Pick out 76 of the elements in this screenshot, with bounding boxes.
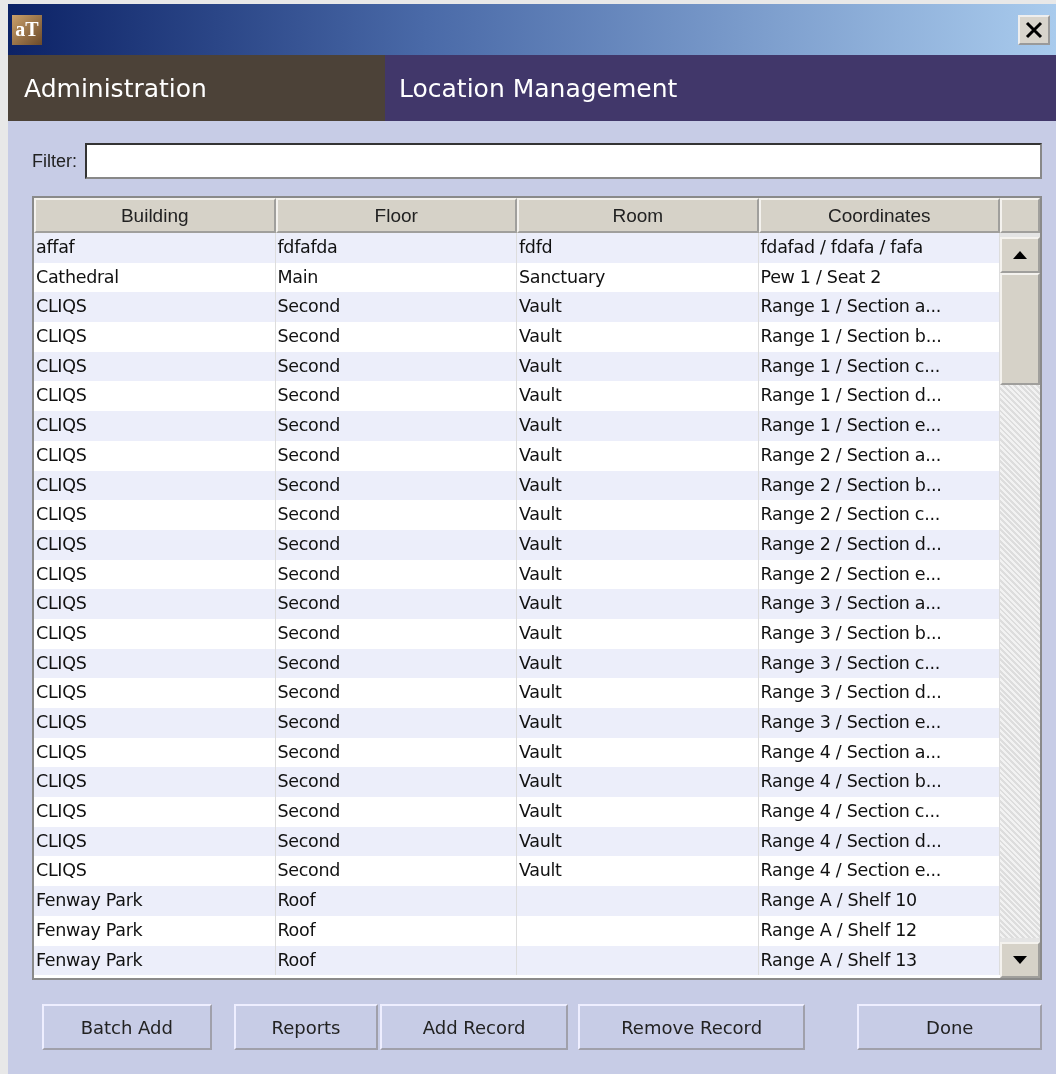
table-cell: Vault [517,351,759,382]
header-corner [1000,198,1040,233]
scroll-thumb[interactable] [1000,273,1040,385]
table-cell: Vault [517,529,759,560]
table-cell: Vault [517,411,759,441]
table-cell: CLIQS [34,411,276,441]
up-arrow-icon [1013,251,1027,259]
table-cell: CLIQS [34,797,276,827]
table-cell: CLIQS [34,589,276,619]
table-cell: Second [275,500,517,530]
section-title: Administration [8,55,385,121]
table-cell: Second [275,322,517,352]
action-button[interactable]: Add Record [380,1004,568,1050]
table-cell: Second [275,470,517,501]
table-cell: Second [275,708,517,738]
table-cell: Vault [517,767,759,798]
table-cell: CLIQS [34,292,276,323]
table-cell: Second [275,797,517,827]
table-cell: fdfafda [275,233,517,263]
table-cell: Second [275,767,517,798]
column-header[interactable]: Coordinates [758,198,1000,233]
table-cell: CLIQS [34,470,276,501]
table-cell: Vault [517,618,759,649]
table-cell: Vault [517,797,759,827]
scroll-down-button[interactable] [1000,942,1040,978]
table-cell: Roof [275,886,517,916]
table-cell: Second [275,440,517,471]
filter-field[interactable] [85,143,1042,179]
table-cell: CLIQS [34,708,276,738]
table-cell: CLIQS [34,618,276,649]
table-cell: Second [275,826,517,857]
table-cell: fdfd [517,233,759,263]
action-button[interactable]: Remove Record [577,1004,806,1050]
table-cell: Fenway Park [34,886,276,916]
table-cell: Roof [275,945,517,976]
table-cell: Second [275,292,517,323]
table-cell: CLIQS [34,529,276,560]
table-cell: CLIQS [34,648,276,679]
table-cell: CLIQS [34,351,276,382]
table-cell: Vault [517,589,759,619]
action-button[interactable]: Batch Add [42,1004,212,1050]
table-cell: Fenway Park [34,915,276,946]
action-button[interactable]: Done [857,1004,1042,1050]
table-cell: Fenway Park [34,945,276,976]
table-cell: Vault [517,708,759,738]
table-cell: Vault [517,470,759,501]
table-cell: Vault [517,500,759,530]
table-cell: Second [275,589,517,619]
down-arrow-icon [1013,956,1027,964]
column-header[interactable]: Building [34,198,276,233]
table-cell: Vault [517,292,759,323]
table-cell: Second [275,618,517,649]
scrollbar[interactable] [1000,233,1040,978]
table-cell: Vault [517,648,759,679]
scroll-up-button[interactable] [1000,237,1040,273]
table-cell: Vault [517,322,759,352]
table-cell: CLIQS [34,500,276,530]
column-header[interactable]: Floor [275,198,517,233]
close-button[interactable] [1018,14,1050,45]
table-cell: Second [275,648,517,679]
table-cell: Second [275,529,517,560]
page-title: Location Management [385,55,1056,121]
column-header[interactable]: Room [517,198,759,233]
table-cell: CLIQS [34,767,276,798]
table-cell: CLIQS [34,826,276,857]
table-cell: Vault [517,440,759,471]
table-cell: Vault [517,826,759,857]
app-logo: aT [12,14,42,45]
table-cell: Second [275,411,517,441]
table-cell: Roof [275,915,517,946]
table-cell: affaf [34,233,276,263]
table-cell: Second [275,351,517,382]
filter-label: Filter: [32,150,77,172]
table-cell: CLIQS [34,322,276,352]
action-button[interactable]: Reports [233,1004,379,1050]
table-cell: CLIQS [34,440,276,471]
